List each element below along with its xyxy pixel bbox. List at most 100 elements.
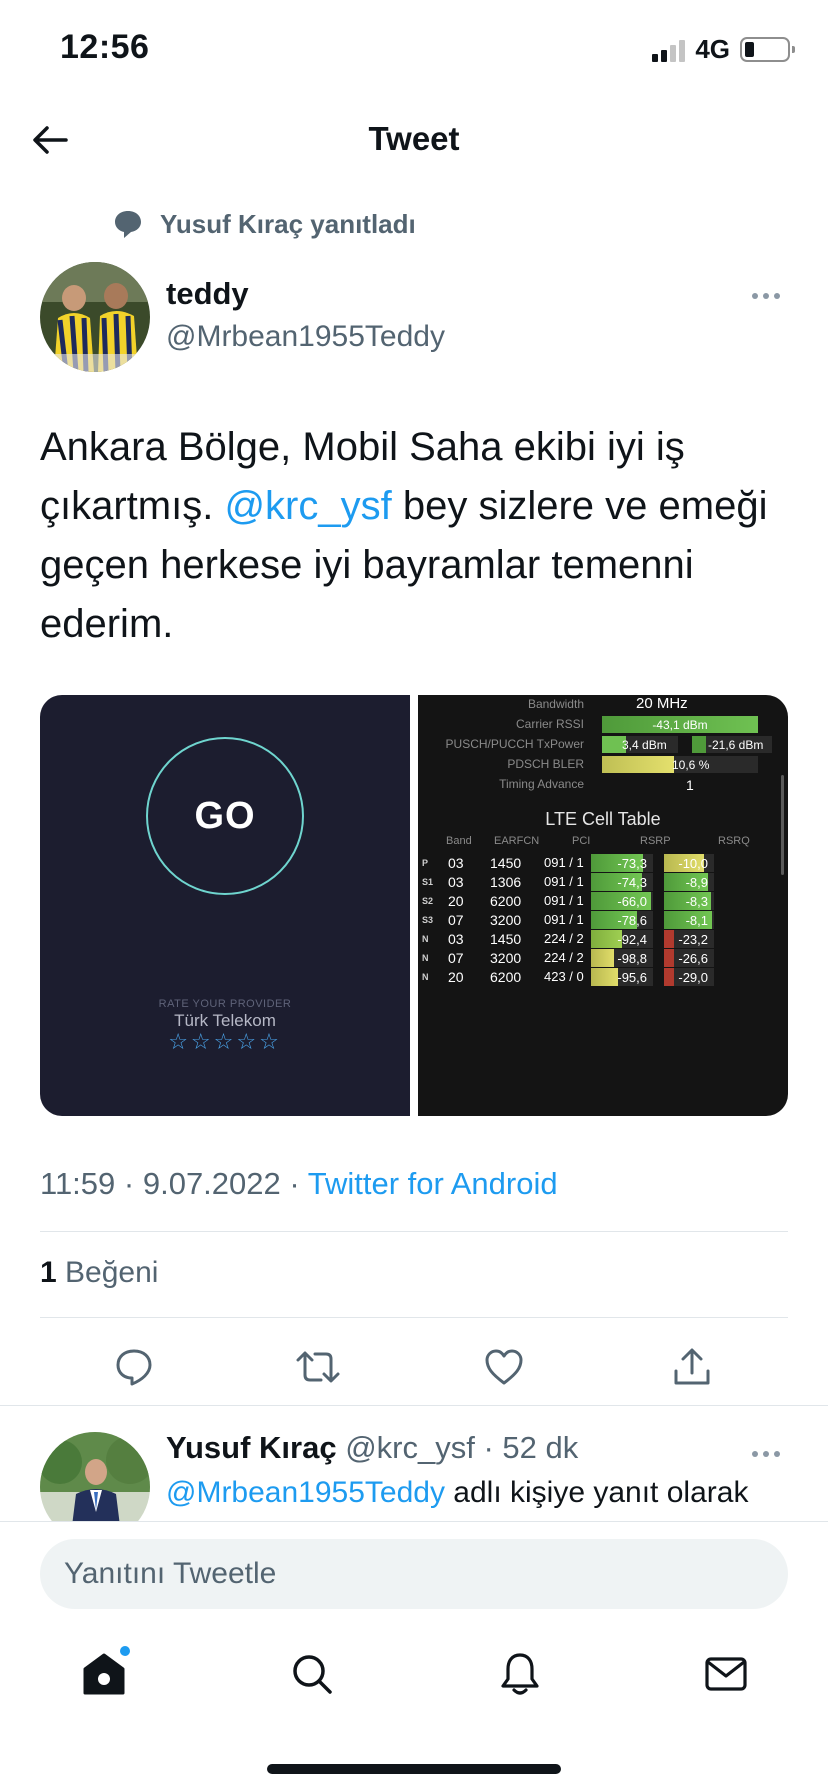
rsrq-bar: -8,1 (664, 911, 714, 929)
cell-rsrp: -95,6 (617, 970, 647, 985)
rsrp-fill (591, 968, 618, 986)
reply-context[interactable]: Yusuf Kıraç yanıtladı (112, 208, 416, 240)
rsrq-bar: -8,3 (664, 892, 714, 910)
cell-tag: S1 (422, 877, 434, 887)
retweet-button[interactable] (294, 1343, 342, 1391)
lte-table-row: P 03 1450 091 / 1 -73,3 -10,0 (418, 853, 788, 873)
cell-band: 03 (448, 931, 464, 947)
tweet-actions (0, 1335, 828, 1399)
reply-icon (116, 1349, 152, 1386)
reply-author-handle[interactable]: @krc_ysf (345, 1430, 475, 1465)
reply-more-options-button[interactable] (752, 1444, 788, 1464)
cell-earfcn: 6200 (490, 969, 522, 985)
speech-bubble-icon (115, 211, 141, 238)
likes-count[interactable]: 1 Beğeni (40, 1256, 158, 1290)
rsrp-bar: -74,3 (591, 873, 653, 891)
go-button-graphic: GO (146, 737, 304, 895)
col-header-rsrq: RSRQ (718, 835, 750, 847)
like-button[interactable] (480, 1343, 528, 1391)
media-image-speedtest[interactable]: GO RATE YOUR PROVIDER Türk Telekom ☆☆☆☆☆ (40, 695, 410, 1116)
more-options-button[interactable] (752, 286, 788, 306)
tweet-media: GO RATE YOUR PROVIDER Türk Telekom ☆☆☆☆☆… (40, 695, 788, 1116)
txpower-row: PUSCH/PUCCH TxPower 3,4 dBm -21,6 dBm (418, 735, 788, 754)
home-icon (83, 1653, 125, 1695)
lte-table-row: S2 20 6200 091 / 1 -66,0 -8,3 (418, 891, 788, 911)
tab-notifications[interactable] (492, 1646, 548, 1702)
provider-name: Türk Telekom (174, 1011, 276, 1030)
tab-messages[interactable] (698, 1646, 754, 1702)
share-button[interactable] (668, 1343, 716, 1391)
status-right: 4G (652, 34, 795, 65)
cell-pci: 091 / 1 (544, 855, 584, 870)
search-icon (293, 1655, 332, 1694)
cell-pci: 423 / 0 (544, 969, 584, 984)
reply-age: 52 dk (502, 1430, 579, 1465)
signal-icon (652, 38, 686, 62)
cell-rsrq: -29,0 (678, 970, 708, 985)
rating-stars: ☆☆☆☆☆ (168, 1029, 282, 1054)
txpower-value2: -21,6 dBm (708, 738, 764, 752)
rsrq-bar: -26,6 (664, 949, 714, 967)
lte-table-row: S1 03 1306 091 / 1 -74,3 -8,9 (418, 872, 788, 892)
cell-rsrp: -74,3 (617, 875, 647, 890)
tweet-source-link[interactable]: Twitter for Android (308, 1166, 558, 1201)
share-icon (674, 1348, 710, 1385)
rsrq-bar: -29,0 (664, 968, 714, 986)
top-nav: Tweet (0, 100, 828, 180)
lte-table-row: S3 07 3200 091 / 1 -78,6 -8,1 (418, 910, 788, 930)
author-handle[interactable]: @Mrbean1955Teddy (166, 320, 445, 354)
author-name[interactable]: teddy (166, 276, 249, 312)
rsrp-bar: -98,8 (591, 949, 653, 967)
reply-author-name[interactable]: Yusuf Kıraç (166, 1430, 337, 1465)
rssi-label: Carrier RSSI (515, 717, 584, 731)
reply-input[interactable] (40, 1539, 788, 1609)
col-header-pci: PCI (572, 835, 591, 847)
rsrp-bar: -73,3 (591, 854, 653, 872)
cell-tag: P (422, 858, 429, 868)
cell-earfcn: 3200 (490, 950, 522, 966)
rsrp-fill (591, 949, 614, 967)
mail-icon (705, 1657, 747, 1691)
rsrp-bar: -66,0 (591, 892, 653, 910)
reply-button[interactable] (110, 1343, 158, 1391)
cell-rsrq: -8,1 (685, 913, 708, 928)
bell-icon (501, 1653, 539, 1695)
rssi-value: -43,1 dBm (652, 718, 708, 732)
lte-table-row: N 03 1450 224 / 2 -92,4 -23,2 (418, 929, 788, 949)
tab-home[interactable] (76, 1646, 132, 1702)
bler-row: PDSCH BLER 10,6 % (418, 755, 788, 774)
reply-header: Yusuf Kıraç @krc_ysf · 52 dk (166, 1430, 579, 1465)
media-image-lte-stats[interactable]: Bandwidth 20 MHz Carrier RSSI -43,1 dBm … (418, 695, 788, 1116)
cell-earfcn: 1306 (490, 874, 522, 890)
cell-band: 20 (448, 969, 464, 985)
status-bar: 12:56 4G (0, 0, 828, 100)
replying-to-link[interactable]: @Mrbean1955Teddy (166, 1476, 445, 1509)
rssi-row: Carrier RSSI -43,1 dBm (418, 715, 788, 734)
bandwidth-label: Bandwidth (527, 697, 584, 711)
cell-tag: N (422, 972, 429, 982)
txpower-label: PUSCH/PUCCH TxPower (445, 737, 584, 751)
replying-to: @Mrbean1955Teddy adlı kişiye yanıt olara… (166, 1476, 748, 1510)
cell-tag: N (422, 934, 429, 944)
rsrq-bar: -8,9 (664, 873, 714, 891)
tweet-meta: 11:59 · 9.07.2022 · Twitter for Android (40, 1166, 558, 1201)
cell-rsrp: -73,3 (617, 856, 647, 871)
reply-context-text: Yusuf Kıraç yanıtladı (160, 208, 416, 239)
bler-value: 10,6 % (672, 758, 710, 772)
cell-earfcn: 1450 (490, 855, 522, 871)
avatar[interactable] (40, 262, 150, 372)
col-header-rsrp: RSRP (640, 835, 671, 847)
more-dots-icon (752, 293, 758, 299)
cell-band: 07 (448, 950, 464, 966)
rsrq-fill (664, 949, 674, 967)
col-header-earfcn: EARFCN (494, 835, 540, 847)
divider (40, 1317, 788, 1318)
lte-table-row: N 07 3200 224 / 2 -98,8 -26,6 (418, 948, 788, 968)
cell-rsrq: -10,0 (678, 856, 708, 871)
cell-pci: 091 / 1 (544, 893, 584, 908)
cell-rsrp: -98,8 (617, 951, 647, 966)
tab-search[interactable] (284, 1646, 340, 1702)
battery-icon (740, 37, 795, 62)
rsrp-bar: -92,4 (591, 930, 653, 948)
mention-link[interactable]: @krc_ysf (224, 484, 391, 528)
